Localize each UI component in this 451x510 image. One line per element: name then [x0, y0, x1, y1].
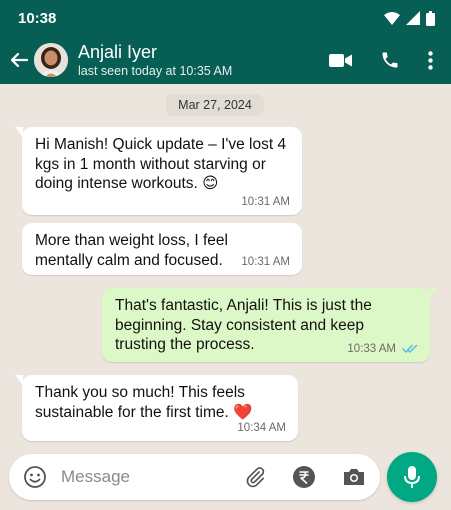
message-timestamp: 10:31 AM	[241, 256, 290, 268]
message-composer	[9, 454, 380, 500]
message-timestamp: 10:34 AM	[237, 422, 286, 434]
message-bubble-incoming[interactable]: Thank you so much! This feels sustainabl…	[15, 375, 298, 441]
back-arrow-icon[interactable]	[4, 52, 34, 68]
status-time: 10:38	[18, 9, 57, 27]
composer-actions	[244, 465, 366, 489]
message-text: Hi Manish! Quick update – I've lost 4 kg…	[35, 136, 287, 192]
avatar[interactable]	[34, 43, 68, 77]
message-bubble-incoming[interactable]: More than weight loss, I feel mentally c…	[22, 223, 302, 275]
message-text: Thank you so much! This feels sustainabl…	[35, 384, 253, 421]
chat-area[interactable]: Mar 27, 2024 Hi Manish! Quick update – I…	[0, 84, 451, 448]
date-chip: Mar 27, 2024	[166, 94, 264, 116]
video-call-icon[interactable]	[329, 53, 352, 68]
bubble-tail	[429, 288, 437, 298]
camera-icon[interactable]	[342, 467, 366, 487]
read-receipt-icon	[402, 344, 418, 354]
message-bubble-incoming[interactable]: Hi Manish! Quick update – I've lost 4 kg…	[15, 127, 302, 215]
status-bar: 10:38	[0, 0, 451, 36]
emoji-icon[interactable]	[23, 465, 47, 489]
chat-header: Anjali Iyer last seen today at 10:35 AM	[0, 36, 451, 84]
bubble-tail	[15, 127, 23, 137]
contact-name: Anjali Iyer	[78, 41, 158, 62]
message-time: 10:31 AM	[241, 196, 290, 208]
contact-info[interactable]: Anjali Iyer last seen today at 10:35 AM	[78, 42, 232, 79]
message-time: 10:33 AM	[347, 343, 418, 355]
message-time: 10:34 AM	[237, 422, 286, 434]
message-time: 10:31 AM	[241, 256, 290, 268]
header-actions	[329, 50, 451, 70]
bubble-tail	[15, 375, 23, 385]
phone-call-icon[interactable]	[380, 50, 400, 70]
microphone-icon	[404, 465, 420, 489]
message-timestamp: 10:33 AM	[347, 343, 396, 355]
last-seen-status: last seen today at 10:35 AM	[78, 63, 233, 78]
wifi-icon	[384, 11, 400, 25]
battery-icon	[426, 10, 435, 26]
voice-record-button[interactable]	[387, 452, 437, 502]
rupee-payment-icon[interactable]	[292, 465, 316, 489]
message-timestamp: 10:31 AM	[241, 196, 290, 208]
attachment-icon[interactable]	[244, 466, 266, 488]
message-input[interactable]	[59, 466, 213, 488]
message-bubble-outgoing[interactable]: That's fantastic, Anjali! This is just t…	[102, 288, 437, 362]
status-icons	[384, 10, 435, 26]
signal-icon	[406, 11, 420, 25]
more-options-icon[interactable]	[428, 50, 433, 70]
